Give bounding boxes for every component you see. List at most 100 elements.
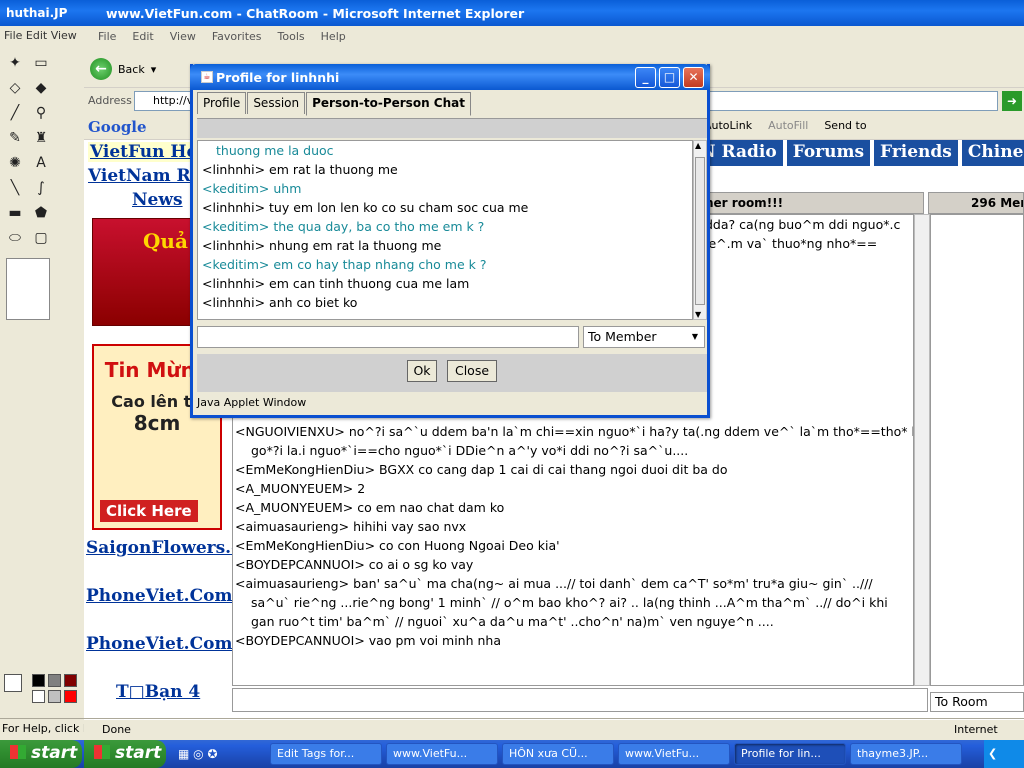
chat-line: <A_MUONYEUEM> co em nao chat dam ko [235, 500, 505, 515]
chevron-left-icon[interactable]: ❮ [988, 747, 997, 760]
nav-forums[interactable]: Forums [786, 140, 871, 166]
private-chat-line: <keditim> em co hay thap nhang cho me k … [202, 257, 487, 272]
close-button[interactable]: Close [447, 360, 497, 382]
to-room-select[interactable]: To Room [930, 692, 1024, 712]
ie-statusbar: Done Internet [84, 718, 1024, 740]
start-button[interactable]: start [84, 740, 166, 768]
to-member-select[interactable]: To Member ▼ [583, 326, 705, 348]
nav-link[interactable]: VietFun He [88, 142, 200, 162]
nav-link[interactable]: News [132, 190, 183, 210]
chat-line: <EmMeKongHienDiu> co con Huong Ngoai Deo… [235, 538, 560, 553]
tab-profile[interactable]: Profile [197, 92, 247, 114]
private-chat-line: thuong me la duoc [216, 143, 334, 158]
menu-view[interactable]: View [170, 30, 196, 43]
chat-line: <NGUOIVIENXU> no^?i sa^`u ddem ba'n la`m… [235, 424, 914, 439]
pencil-icon[interactable]: ✎ [2, 127, 28, 152]
eraser-icon[interactable]: ◇ [2, 77, 28, 102]
nav-link[interactable]: PhoneViet.Com [86, 586, 232, 606]
magnifier-icon[interactable]: ⚲ [28, 102, 54, 127]
tab-person-to-person-chat[interactable]: Person-to-Person Chat [306, 92, 471, 116]
profile-dialog: Profile for linhnhi ☕ _ □ ✕ Profile Sess… [190, 64, 710, 418]
menu-edit[interactable]: Edit [132, 30, 153, 43]
airbrush-icon[interactable]: ✺ [2, 152, 28, 177]
back-button[interactable]: ← Back ▾ [90, 56, 160, 82]
brush-icon[interactable]: ♜ [28, 127, 54, 152]
taskbar-item[interactable]: thayme3.JP... [850, 743, 962, 765]
color-swatch[interactable] [48, 690, 61, 703]
menu-favorites[interactable]: Favorites [212, 30, 262, 43]
color-palette[interactable] [0, 670, 82, 710]
close-window-button[interactable]: ✕ [683, 67, 704, 88]
scroll-thumb[interactable] [695, 157, 705, 305]
maximize-button[interactable]: □ [659, 67, 680, 88]
color-swatch[interactable] [48, 674, 61, 687]
taskbar-item[interactable]: HÔN xưa CŨ... [502, 743, 614, 765]
menu-help[interactable]: Help [321, 30, 346, 43]
paint-menu: File Edit View [4, 29, 77, 42]
nav-link[interactable]: T□Bạn 4 [116, 682, 200, 702]
line-icon[interactable]: ╲ [2, 177, 28, 202]
dialog-title: Profile for linhnhi [190, 64, 710, 90]
tab-session[interactable]: Session [247, 92, 306, 114]
rounded-rect-icon[interactable]: ▢ [28, 227, 54, 252]
back-arrow-icon: ← [90, 58, 112, 80]
paint-status: For Help, click He [0, 718, 90, 738]
color-swatch[interactable] [32, 690, 45, 703]
scroll-up-icon[interactable]: ▲ [695, 141, 701, 150]
free-select-icon[interactable]: ✦ [2, 52, 28, 77]
menu-tools[interactable]: Tools [278, 30, 305, 43]
picker-icon[interactable]: ╱ [2, 102, 28, 127]
ellipse-icon[interactable]: ⬭ [2, 227, 28, 252]
private-chat-line: <linhnhi> em rat la thuong me [202, 162, 398, 177]
nav-chinese[interactable]: Chine [961, 140, 1024, 166]
address-label: Address [88, 94, 132, 107]
click-here-button[interactable]: Click Here [100, 500, 198, 522]
nav-link[interactable]: SaigonFlowers.c [86, 538, 241, 558]
message-input[interactable] [232, 688, 928, 712]
taskbar-item[interactable]: www.VietFu... [386, 743, 498, 765]
taskbar-item[interactable]: www.VietFu... [618, 743, 730, 765]
scroll-down-icon[interactable]: ▼ [695, 310, 701, 319]
autolink-button[interactable]: AutoLink [704, 119, 752, 132]
start-label: start [115, 743, 162, 763]
private-chat-scrollbar[interactable]: ▲ ▼ [693, 140, 707, 320]
system-tray[interactable]: ❮ [984, 740, 1024, 768]
google-logo: Google [88, 118, 147, 136]
nav-friends[interactable]: Friends [874, 140, 958, 166]
color-swatch[interactable] [32, 674, 45, 687]
paint-option-box[interactable] [6, 258, 50, 320]
private-message-input[interactable] [197, 326, 579, 348]
chat-line: <aimuasaurieng> hihihi vay sao nvx [235, 519, 467, 534]
chat-line: go*?i la.i nguo*`i==cho nguo*`i DDie^n a… [251, 443, 689, 458]
send-to-button[interactable]: Send to [824, 119, 866, 132]
autofill-button[interactable]: AutoFill [768, 119, 808, 132]
minimize-button[interactable]: _ [635, 67, 656, 88]
ok-button[interactable]: Ok [407, 360, 437, 382]
private-chat-line: <linhnhi> nhung em rat la thuong me [202, 238, 442, 253]
start-label: start [31, 743, 78, 763]
color-swatch[interactable] [64, 674, 77, 687]
ie-menubar: File Edit View Favorites Tools Help [84, 26, 1024, 46]
chat-line: <A_MUONYEUEM> 2 [235, 481, 366, 496]
members-list[interactable] [930, 214, 1024, 686]
rectangle-icon[interactable]: ▬ [2, 202, 28, 227]
text-icon[interactable]: A [28, 152, 54, 177]
rect-select-icon[interactable]: ▭ [28, 52, 54, 77]
menu-file[interactable]: File [98, 30, 116, 43]
taskbar-item[interactable]: Edit Tags for... [270, 743, 382, 765]
nav-link[interactable]: PhoneViet.Com [86, 634, 232, 654]
chevron-down-icon: ▼ [691, 332, 699, 341]
polygon-icon[interactable]: ⬟ [28, 202, 54, 227]
chat-scrollbar[interactable] [914, 214, 930, 686]
fill-icon[interactable]: ◆ [28, 77, 54, 102]
quick-launch[interactable]: ▦ ◎ ✪ [168, 747, 268, 761]
start-button[interactable]: start [0, 740, 82, 768]
taskbar-item[interactable]: Profile for lin... [734, 743, 846, 765]
dialog-tabs: Profile Session Person-to-Person Chat [197, 92, 707, 116]
nav-link[interactable]: VietNam Ra [88, 166, 202, 186]
chat-line: <aimuasaurieng> ban' sa^u` ma cha(ng~ ai… [235, 576, 873, 591]
go-arrow-icon[interactable]: ➜ [1002, 91, 1022, 111]
curve-icon[interactable]: ∫ [28, 177, 54, 202]
color-swatch[interactable] [64, 690, 77, 703]
windows-logo-icon [10, 745, 26, 759]
